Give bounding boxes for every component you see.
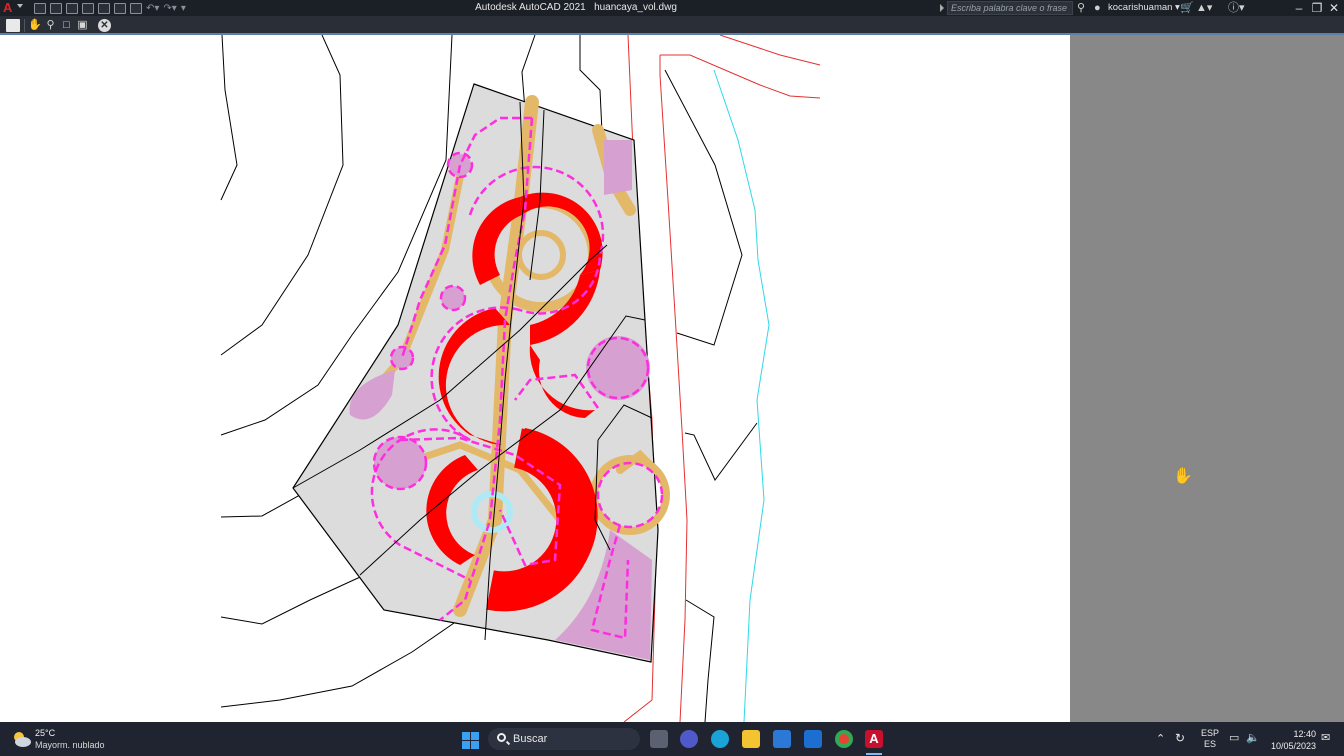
task-view-icon[interactable] (650, 730, 668, 748)
title-bar: A ↶▾ ↷▾ ▾ Autodesk AutoCAD 2021 huancaya… (0, 0, 1344, 16)
zoom-extents-icon[interactable]: ▣ (76, 19, 89, 32)
cart-icon[interactable]: 🛒 (1180, 1, 1194, 15)
site-plan-drawing (220, 35, 821, 722)
chrome-icon[interactable] (835, 730, 853, 748)
zoom-icon[interactable]: ⚲ (44, 19, 57, 32)
paper-sheet[interactable] (0, 35, 1070, 722)
windows-taskbar: 25°C Mayorm. nublado Buscar A ⌃ ↻ ESP ES … (0, 722, 1344, 756)
notifications-icon[interactable]: ✉ (1321, 731, 1330, 744)
search-expand-icon[interactable] (940, 4, 944, 12)
autodesk-a360-icon[interactable]: ▲▾ (1196, 1, 1212, 15)
weather-description[interactable]: Mayorm. nublado (35, 740, 105, 750)
search-icon (497, 733, 506, 742)
restore-button[interactable]: ❐ (1308, 0, 1326, 16)
help-search-input[interactable]: Escriba palabra clave o frase (947, 1, 1073, 15)
lang-bottom: ES (1204, 739, 1217, 749)
volume-icon[interactable]: 🔈 (1246, 731, 1260, 744)
minimize-button[interactable]: – (1290, 0, 1308, 16)
clock-date: 10/05/2023 (1270, 741, 1316, 751)
store-icon[interactable] (773, 730, 791, 748)
user-name: kocarishuaman (1108, 2, 1173, 13)
toolbar-separator (24, 19, 25, 32)
mail-icon[interactable] (804, 730, 822, 748)
print-icon[interactable] (6, 19, 20, 32)
system-clock[interactable]: 12:40 10/05/2023 (1270, 728, 1316, 752)
file-name: huancaya_vol.dwg (594, 2, 677, 13)
file-explorer-icon[interactable] (742, 730, 760, 748)
language-indicator[interactable]: ESP ES (1201, 728, 1219, 750)
app-name: Autodesk AutoCAD 2021 (475, 2, 586, 13)
weather-cloud-icon[interactable] (10, 730, 32, 748)
active-app-indicator (866, 753, 882, 755)
network-icon[interactable]: ▭ (1229, 731, 1239, 744)
teams-icon[interactable] (680, 730, 698, 748)
close-button[interactable]: ✕ (1325, 0, 1343, 16)
pan-icon[interactable]: ✋ (28, 19, 42, 32)
close-preview-icon[interactable]: ✕ (98, 19, 111, 32)
clock-time: 12:40 (1293, 729, 1316, 739)
taskbar-search-label: Buscar (513, 733, 548, 745)
help-icon[interactable]: ⓘ▾ (1228, 1, 1245, 15)
user-icon[interactable]: ● (1094, 1, 1101, 15)
autocad-icon[interactable]: A (865, 730, 883, 748)
weather-temperature[interactable]: 25°C (35, 728, 55, 738)
zoom-window-icon[interactable]: □ (60, 19, 73, 32)
start-icon[interactable] (462, 732, 479, 749)
preview-toolbar: ✋ ⚲ □ ▣ ✕ (0, 16, 1344, 35)
edge-icon[interactable] (711, 730, 729, 748)
show-hidden-icons[interactable]: ⌃ (1156, 732, 1165, 745)
drawing-canvas[interactable]: ✋ (0, 35, 1344, 722)
search-icon[interactable]: ⚲ (1077, 1, 1085, 15)
taskbar-search[interactable]: Buscar (488, 728, 640, 750)
pan-cursor-icon: ✋ (1173, 468, 1193, 485)
onedrive-sync-icon[interactable]: ↻ (1175, 731, 1185, 745)
user-account-menu[interactable]: kocarishuaman ▾ (1108, 0, 1180, 16)
lang-top: ESP (1201, 728, 1220, 738)
creek-line (713, 69, 770, 722)
